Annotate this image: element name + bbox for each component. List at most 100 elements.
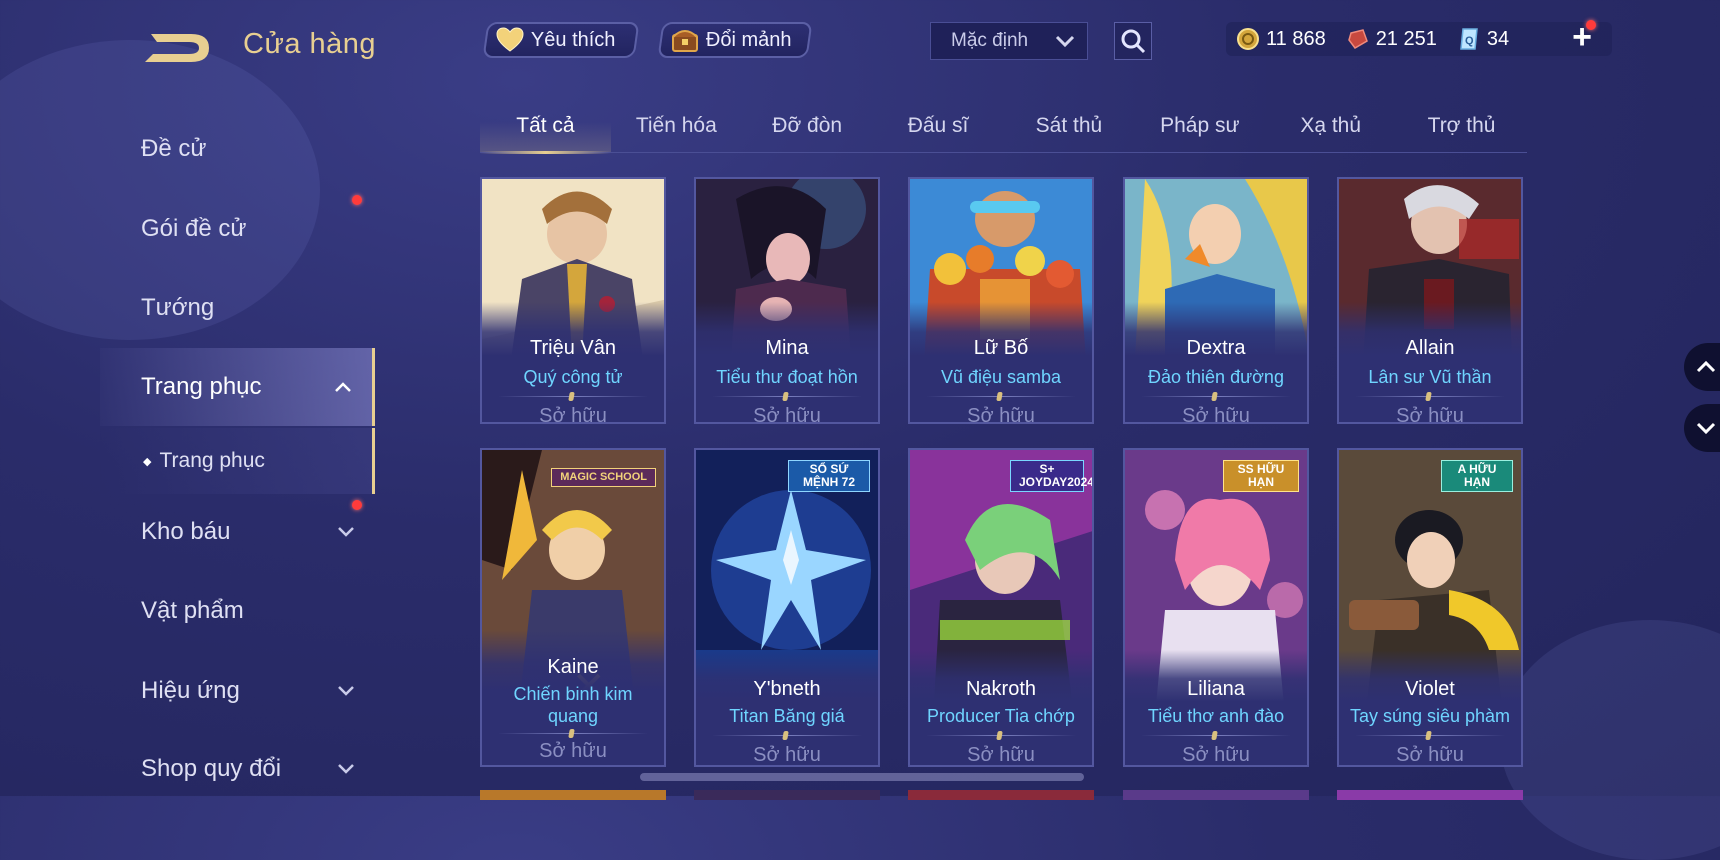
ruby-value: 21 251: [1375, 27, 1437, 50]
skin-info: Mina Tiểu thư đoạt hồn Sở hữu: [696, 302, 878, 422]
skin-info: Lữ Bố Vũ điệu samba Sở hữu: [910, 302, 1092, 422]
page-title: Cửa hàng: [243, 28, 377, 60]
owned-status: Sở hữu: [967, 744, 1035, 766]
owned-status: Sở hữu: [539, 405, 607, 424]
skin-card[interactable]: Allain Lân sư Vũ thần Sở hữu: [1337, 177, 1523, 424]
skin-info: Kaine Chiến binh kim quang Sở hữu: [482, 630, 664, 765]
tab-tank[interactable]: Đỡ đòn: [742, 108, 873, 152]
event-badge: A HỮU HẠN: [1441, 460, 1513, 492]
skin-card[interactable]: S+ JOYDAY2024 Nakroth Producer Tia chớp …: [908, 448, 1094, 767]
event-badge: SỔ SỨ MỆNH 72: [788, 460, 870, 492]
sidebar-item-treasure[interactable]: Kho báu: [100, 493, 375, 571]
sidebar-item-label: Hiệu ứng: [141, 677, 240, 704]
skin-name: Tiểu thư đoạt hồn: [716, 367, 858, 387]
divider: [712, 396, 862, 397]
sidebar-item-label: Trang phục: [159, 449, 265, 472]
skin-card[interactable]: SỔ SỨ MỆNH 72 Y'bneth Titan Băng giá Sở …: [694, 448, 880, 767]
gold-value: 11 868: [1266, 27, 1326, 50]
sidebar-item-effects[interactable]: Hiệu ứng: [100, 652, 375, 730]
skin-info: Triệu Vân Quý công tử Sở hữu: [482, 302, 664, 422]
gold-balance: 11 868: [1236, 27, 1326, 51]
sidebar-subitem-skins[interactable]: ◆ Trang phục: [100, 428, 375, 494]
horizontal-scrollbar[interactable]: [640, 773, 1084, 781]
chevron-down-icon: [1055, 35, 1075, 48]
skin-card[interactable]: SS HỮU HẠN Liliana Tiểu thơ anh đào Sở h…: [1123, 448, 1309, 767]
tab-fighter[interactable]: Đấu sĩ: [873, 108, 1004, 152]
search-button[interactable]: [1114, 22, 1152, 60]
divider: [926, 735, 1076, 736]
divider: [498, 733, 648, 734]
tab-support[interactable]: Trợ thủ: [1396, 108, 1527, 152]
chevron-down-icon: [1696, 422, 1716, 435]
skin-info: Nakroth Producer Tia chớp Sở hữu: [910, 650, 1092, 765]
exchange-fragments-button[interactable]: Đổi mảnh: [657, 22, 813, 58]
event-badge: S+ JOYDAY2024: [1010, 460, 1092, 492]
hero-name: Y'bneth: [753, 678, 821, 700]
skin-card[interactable]: ✕ MAGIC SCHOOL Kaine Chiến binh kim quan…: [480, 448, 666, 767]
skin-name: Chiến binh kim quang: [513, 684, 633, 726]
ticket-icon: Q: [1460, 28, 1478, 50]
scroll-up-button[interactable]: [1684, 343, 1720, 391]
sidebar-item-items[interactable]: Vật phẩm: [100, 572, 375, 650]
scroll-down-button[interactable]: [1684, 404, 1720, 452]
favorite-button[interactable]: Yêu thích: [482, 22, 640, 58]
sidebar-item-skins[interactable]: Trang phục: [100, 348, 375, 426]
treasure-chest-icon: [672, 30, 698, 52]
sidebar-item-label: Đề cử: [141, 135, 207, 162]
currency-bar: 11 868 21 251 Q 34: [1226, 22, 1612, 56]
skin-info: Dextra Đảo thiên đường Sở hữu: [1125, 302, 1307, 422]
ticket-balance: Q 34: [1457, 27, 1509, 51]
skin-card[interactable]: Triệu Vân Quý công tử Sở hữu: [480, 177, 666, 424]
owned-status: Sở hữu: [967, 405, 1035, 424]
owned-status: Sở hữu: [1182, 744, 1250, 766]
sidebar-item-heroes[interactable]: Tướng: [100, 269, 375, 347]
favorite-label: Yêu thích: [531, 28, 616, 51]
tab-mage[interactable]: Pháp sư: [1134, 108, 1265, 152]
notification-dot: [352, 500, 362, 510]
notification-dot: [352, 195, 362, 205]
sort-selected-value: Mặc định: [951, 30, 1029, 51]
hero-name: Nakroth: [965, 678, 1037, 700]
tab-all[interactable]: Tất cả: [480, 108, 611, 154]
skin-card[interactable]: Mina Tiểu thư đoạt hồn Sở hữu: [694, 177, 880, 424]
sidebar-item-exchange-shop[interactable]: Shop quy đổi: [100, 730, 375, 808]
divider: [1355, 396, 1505, 397]
chevron-down-icon: [338, 527, 354, 537]
owned-status: Sở hữu: [1396, 744, 1464, 766]
hero-name: Mina: [765, 337, 809, 359]
svg-text:Q: Q: [1465, 35, 1474, 47]
tab-evolution[interactable]: Tiến hóa: [611, 108, 742, 152]
back-logo-icon[interactable]: [143, 26, 213, 66]
sidebar-item-label: Gói đề cử: [141, 215, 247, 242]
hero-name: Dextra: [1186, 337, 1246, 359]
tab-marksman[interactable]: Xạ thủ: [1265, 108, 1396, 152]
divider: [1141, 396, 1291, 397]
sidebar-item-recommended-packs[interactable]: Gói đề cử: [100, 190, 375, 268]
owned-status: Sở hữu: [1396, 405, 1464, 424]
skin-card[interactable]: Lữ Bố Vũ điệu samba Sở hữu: [908, 177, 1094, 424]
skin-card-partial: [1123, 790, 1309, 800]
skin-info: Allain Lân sư Vũ thần Sở hữu: [1339, 302, 1521, 422]
notification-dot: [1586, 20, 1596, 30]
skin-name: Đảo thiên đường: [1148, 367, 1284, 387]
exchange-label: Đổi mảnh: [706, 28, 792, 51]
sidebar-item-label: Tướng: [141, 294, 215, 321]
skin-name: Lân sư Vũ thần: [1368, 367, 1492, 387]
skin-name: Quý công tử: [523, 367, 623, 387]
skin-card[interactable]: Dextra Đảo thiên đường Sở hữu: [1123, 177, 1309, 424]
sidebar-item-recommended[interactable]: Đề cử: [100, 110, 375, 188]
category-tabs: Tất cả Tiến hóa Đỡ đòn Đấu sĩ Sát thủ Ph…: [480, 108, 1527, 154]
skin-card[interactable]: A HỮU HẠN Violet Tay súng siêu phàm Sở h…: [1337, 448, 1523, 767]
sidebar-item-label: Kho báu: [141, 518, 231, 545]
tab-assassin[interactable]: Sát thủ: [1004, 108, 1135, 152]
chevron-up-icon: [335, 382, 351, 392]
divider: [926, 396, 1076, 397]
skin-info: Y'bneth Titan Băng giá Sở hữu: [696, 650, 878, 765]
skin-name: Tay súng siêu phàm: [1349, 706, 1511, 726]
skin-card-partial: [1337, 790, 1523, 800]
sort-dropdown[interactable]: Mặc định: [930, 22, 1088, 60]
skin-card-partial: [694, 790, 880, 800]
skin-name: Tiểu thơ anh đào: [1147, 706, 1285, 726]
ruby-gem-icon: [1347, 29, 1368, 49]
hero-name: Kaine: [547, 656, 599, 678]
